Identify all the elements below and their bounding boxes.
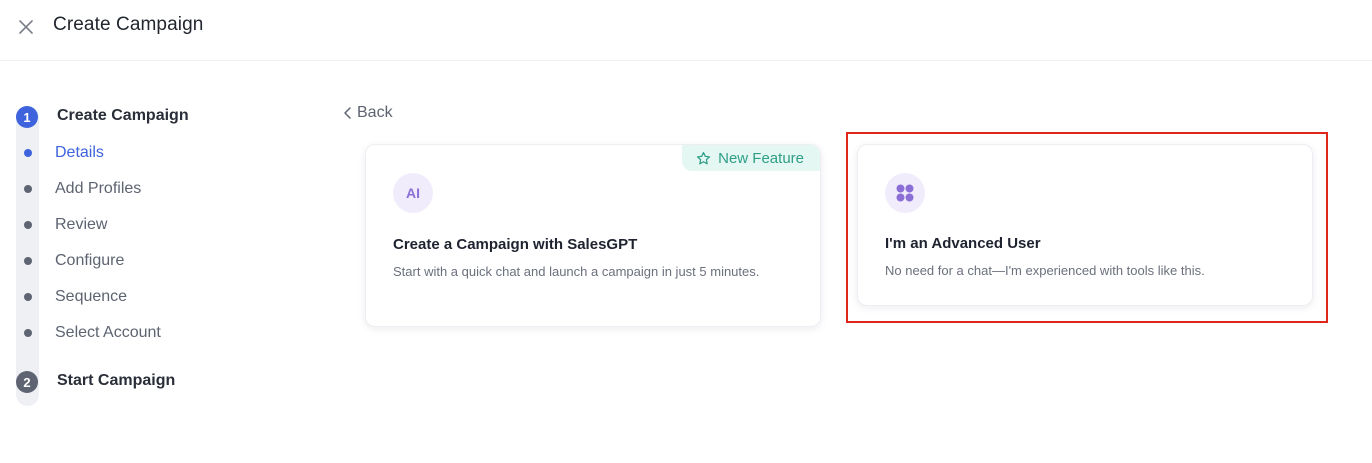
page-title: Create Campaign [53,14,204,35]
card-description: Start with a quick chat and launch a cam… [393,264,760,279]
step-dot [24,221,32,229]
badge-label: New Feature [718,149,804,167]
step-dot [24,185,32,193]
step-dot [24,149,32,157]
substep-sequence[interactable]: Sequence [24,287,127,307]
step-dot [24,329,32,337]
substep-label: Add Profiles [55,180,142,197]
card-description: No need for a chat—I'm experienced with … [885,263,1205,278]
substep-review[interactable]: Review [24,215,107,235]
substep-select-account[interactable]: Select Account [24,323,161,343]
back-button[interactable]: Back [343,104,393,122]
advanced-user-card[interactable]: I'm an Advanced User No need for a chat—… [857,144,1313,306]
substep-label: Configure [55,252,125,269]
back-label: Back [357,104,393,121]
card-title: Create a Campaign with SalesGPT [393,236,638,253]
card-title: I'm an Advanced User [885,235,1041,252]
step-dot [24,293,32,301]
close-button[interactable] [15,16,37,38]
chevron-left-icon [344,107,351,119]
substep-label: Select Account [55,324,161,341]
star-icon [697,151,711,164]
substep-details[interactable]: Details [24,143,104,163]
substep-label: Details [55,144,104,161]
substep-label: Sequence [55,288,128,305]
substep-label: Review [55,216,108,233]
step-title-start-campaign[interactable]: Start Campaign [57,372,175,390]
step-title-create-campaign[interactable]: Create Campaign [57,107,189,125]
ai-icon: AI [393,173,433,213]
step-number-2: 2 [16,371,38,393]
step-dot [24,257,32,265]
grid-icon [885,173,925,213]
header: Create Campaign [0,0,1372,61]
ai-icon-text: AI [406,185,420,201]
substep-configure[interactable]: Configure [24,251,124,271]
salesgpt-campaign-card[interactable]: New Feature AI Create a Campaign with Sa… [365,144,821,327]
grid-icon-svg [896,184,914,202]
step-number-1: 1 [16,106,38,128]
new-feature-badge: New Feature [682,145,820,171]
close-icon [19,20,33,34]
substep-add-profiles[interactable]: Add Profiles [24,179,141,199]
